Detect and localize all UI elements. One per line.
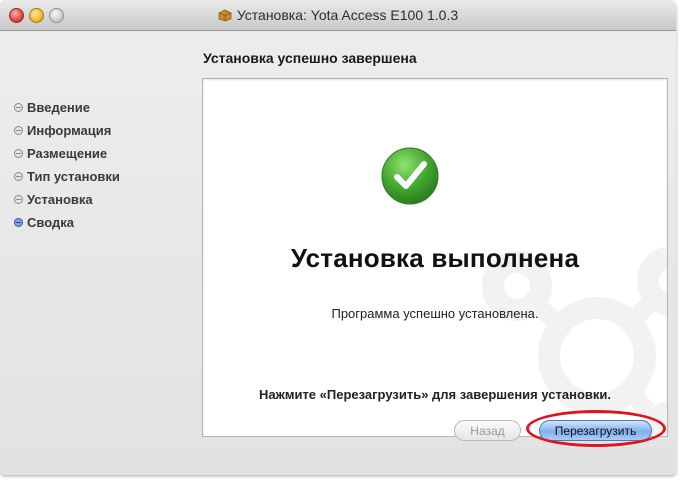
step-label: Размещение — [27, 146, 108, 161]
back-button[interactable]: Назад — [454, 420, 521, 441]
pane-heading: Установка успешно завершена — [203, 50, 417, 66]
summary-panel: Установка выполнена Программа успешно ус… — [202, 78, 668, 437]
step-bullet-active-icon — [14, 218, 23, 227]
step-item-summary: Сводка — [14, 215, 120, 238]
step-item-installation-type: Тип установки — [14, 169, 120, 192]
red-highlight-ellipse — [526, 410, 666, 447]
window-title: Установка: Yota Access E100 1.0.3 — [236, 7, 459, 23]
step-label: Установка — [27, 192, 93, 207]
restart-hint: Нажмите «Перезагрузить» для завершения у… — [259, 387, 611, 402]
step-label: Информация — [27, 123, 112, 138]
step-item-installation: Установка — [14, 192, 120, 215]
title-bar[interactable]: Установка: Yota Access E100 1.0.3 — [0, 0, 676, 31]
step-bullet-icon — [14, 195, 23, 204]
step-bullet-icon — [14, 103, 23, 112]
completion-title: Установка выполнена — [290, 243, 580, 273]
installer-content: Установка успешно завершена Введение Инф… — [0, 31, 676, 475]
step-list: Введение Информация Размещение Тип устан… — [14, 100, 120, 238]
step-label: Введение — [27, 100, 90, 115]
step-label: Сводка — [27, 215, 74, 230]
step-bullet-icon — [14, 126, 23, 135]
step-bullet-icon — [14, 172, 23, 181]
step-item-introduction: Введение — [14, 100, 120, 123]
completion-message: Программа успешно установлена. — [331, 306, 539, 321]
window-title-area: Установка: Yota Access E100 1.0.3 — [0, 7, 676, 25]
package-icon — [218, 9, 232, 25]
success-checkmark-icon — [381, 147, 439, 205]
step-item-information: Информация — [14, 123, 120, 146]
step-bullet-icon — [14, 149, 23, 158]
installer-window: Установка: Yota Access E100 1.0.3 Устано… — [0, 0, 676, 475]
step-item-destination: Размещение — [14, 146, 120, 169]
step-label: Тип установки — [27, 169, 120, 184]
